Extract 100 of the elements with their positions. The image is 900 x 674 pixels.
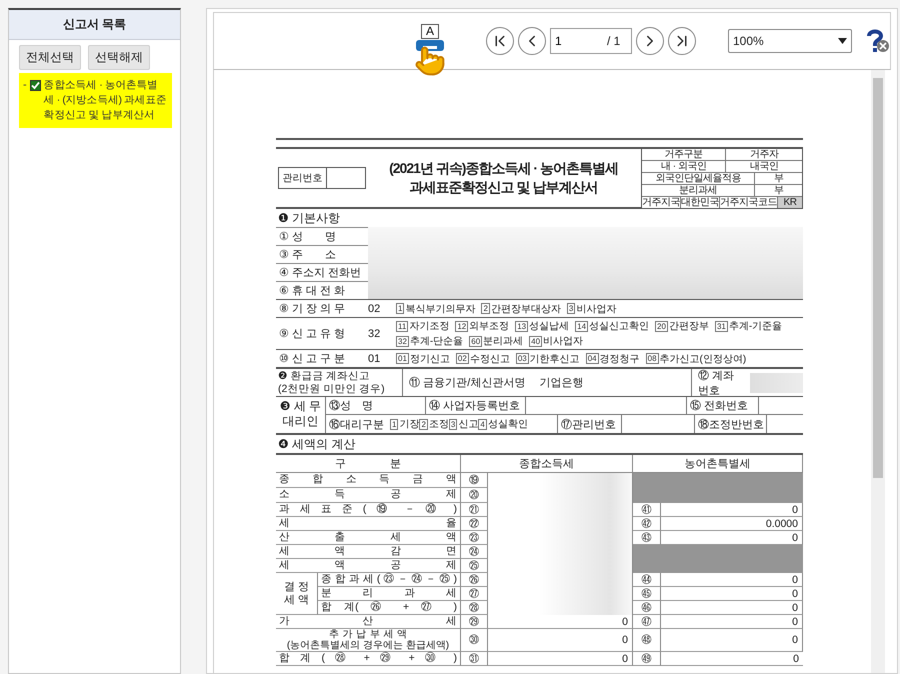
table-cell: 0 xyxy=(661,587,803,601)
line-number: ㉑ xyxy=(461,503,488,517)
code-value: 02 xyxy=(368,302,382,314)
last-page-button[interactable] xyxy=(668,27,696,55)
row-group-label: 결 정 세 액 xyxy=(276,573,318,615)
option-item: 1 복식부기의무자 xyxy=(396,302,476,316)
line-number: ㊽ xyxy=(633,629,661,652)
row-label: 산 출 세 액 xyxy=(276,531,461,545)
field-label: ⑫ 계좌번호 xyxy=(698,368,736,398)
table-cell: 0 xyxy=(661,503,803,517)
option-item: 01 정기신고 xyxy=(396,352,450,366)
previous-page-button[interactable] xyxy=(518,27,546,55)
field-label: ⑭ 사업자등록번호 xyxy=(426,397,526,414)
next-page-button[interactable] xyxy=(636,27,664,55)
row-label: 가 산 세 xyxy=(276,615,461,629)
field-label: ⑧ 기 장 의 무 xyxy=(278,302,346,316)
section-heading: ❹ 세액의 계산 xyxy=(276,433,803,453)
row-label: 세 액 감 면 xyxy=(276,545,461,559)
row-label: 합 계 ( ㉘ + ㉙ + ㉚ ) xyxy=(276,652,461,666)
table-cell: 0 xyxy=(488,629,633,652)
line-number: ㉒ xyxy=(461,517,488,531)
table-cell: 0 xyxy=(488,615,633,629)
printer-icon xyxy=(415,39,445,53)
form-title: (2021년 귀속)종합소득세 · 농어촌특별세 과세표준확정신고 및 납부계산서 xyxy=(388,159,619,197)
field-label: ⑮ 전화번호 xyxy=(687,397,759,414)
table-cell: 0 xyxy=(661,652,803,666)
option-item: 2 조정 xyxy=(419,418,449,431)
caret-icon xyxy=(838,38,847,44)
field-label: ⑩ 신 고 구 분 xyxy=(278,352,346,366)
option-item: 14 성실신고확인 xyxy=(575,320,650,333)
option-item: 20 간편장부 xyxy=(655,320,709,333)
table-cell: KR xyxy=(778,196,802,208)
hand-pointer-icon xyxy=(414,45,444,77)
select-button[interactable]: 전체선택 xyxy=(19,45,81,70)
option-item: 3 비사업자 xyxy=(566,302,616,316)
line-number: ㊶ xyxy=(633,503,661,517)
section-heading: ❸ 세 무 대리인 xyxy=(276,397,326,433)
row-label: 세 액 공 제 xyxy=(276,559,461,573)
code-value: 01 xyxy=(368,352,382,364)
row-label: 세 율 xyxy=(276,517,461,531)
page-total: / 1 xyxy=(607,34,620,48)
field-label: ⑰관리번호 xyxy=(558,415,622,433)
line-number: ㊹ xyxy=(633,573,661,587)
table-cell: 0.0000 xyxy=(661,517,803,531)
line-number: ㉕ xyxy=(461,559,488,573)
line-number: ㉙ xyxy=(461,615,488,629)
management-number-field: 관리번호 xyxy=(278,167,366,189)
table-cell: 거주지국코드 xyxy=(720,196,778,208)
scrollbar[interactable] xyxy=(871,70,885,673)
option-item: 04 경정청구 xyxy=(586,352,640,366)
table-cell: 0 xyxy=(661,573,803,587)
line-number: ㊼ xyxy=(633,615,661,629)
option-item: 31 추계-기준율 xyxy=(714,320,782,333)
option-item: 2 간편장부대상자 xyxy=(481,302,561,316)
line-number: ㉘ xyxy=(461,601,488,615)
line-number: ㉚ xyxy=(461,629,488,652)
zoom-select[interactable]: 100% xyxy=(728,29,852,53)
line-number: ㊷ xyxy=(633,517,661,531)
option-item: 1 기장 xyxy=(390,418,420,431)
report-list-item[interactable]: - 종합소득세 · 농어촌특별세 · (지방소득세) 과세표준확정신고 및 납부계산서 xyxy=(19,73,172,128)
option-item: 3 신고 xyxy=(448,418,478,431)
field-label: ⑨ 신 고 유 형 xyxy=(278,327,346,341)
option-item: 12 외부조정 xyxy=(455,320,510,333)
option-item: 13 성실납세 xyxy=(515,320,570,333)
first-page-button[interactable] xyxy=(486,27,514,55)
row-label: 종 합 과 세 ( ㉓ － ㉔ － ㉕ ) xyxy=(318,573,461,587)
option-item: 4 성실확인 xyxy=(478,418,528,431)
line-number: ㊾ xyxy=(633,652,661,666)
select-button[interactable]: 선택해제 xyxy=(88,45,150,70)
table-cell: 0 xyxy=(661,615,803,629)
option-item: 08 추가신고(인정상여) xyxy=(646,352,746,366)
field-label: ⑱조정반번호 xyxy=(695,415,767,433)
row-label: 합 계( ㉖ + ㉗ ) xyxy=(318,601,461,615)
code-value: 32 xyxy=(368,328,382,340)
checkbox[interactable] xyxy=(30,80,41,91)
column-header: 구 분 xyxy=(276,455,461,473)
section-heading: ❷ 환급금 계좌신고 (2천만원 미만인 경우) xyxy=(276,369,404,396)
bank-name: 기업은행 xyxy=(539,376,584,390)
field-label: ⑯대리구분 xyxy=(329,418,384,432)
help-icon[interactable] xyxy=(864,27,890,55)
table-cell: 거주지국 xyxy=(642,196,681,208)
line-number: ㊻ xyxy=(633,601,661,615)
row-label: 과 세 표 준 ( ⑲ － ⑳ ) xyxy=(276,503,461,517)
table-cell: 0 xyxy=(488,652,633,666)
option-item: 02 수정신고 xyxy=(456,352,510,366)
blurred-area xyxy=(750,372,803,392)
option-item: 03 기한후신고 xyxy=(516,352,580,366)
row-label: 분 리 과 세 xyxy=(318,587,461,601)
line-number: ㉗ xyxy=(461,587,488,601)
table-cell: 대한민국 xyxy=(681,196,720,208)
line-number: ㊺ xyxy=(633,587,661,601)
line-number: ⑳ xyxy=(461,488,488,503)
line-number: ㉛ xyxy=(461,652,488,666)
line-number: ㉔ xyxy=(461,545,488,559)
line-number: ㉓ xyxy=(461,531,488,545)
option-item: 40 비사업자 xyxy=(529,334,584,348)
field-label: ⑪ 금융기관/체신관서명 xyxy=(409,376,526,390)
option-item: 32 추계-단순율 xyxy=(396,334,464,348)
row-label: 종 합 소 득 금 액 xyxy=(276,473,461,488)
table-cell: 0 xyxy=(661,601,803,615)
